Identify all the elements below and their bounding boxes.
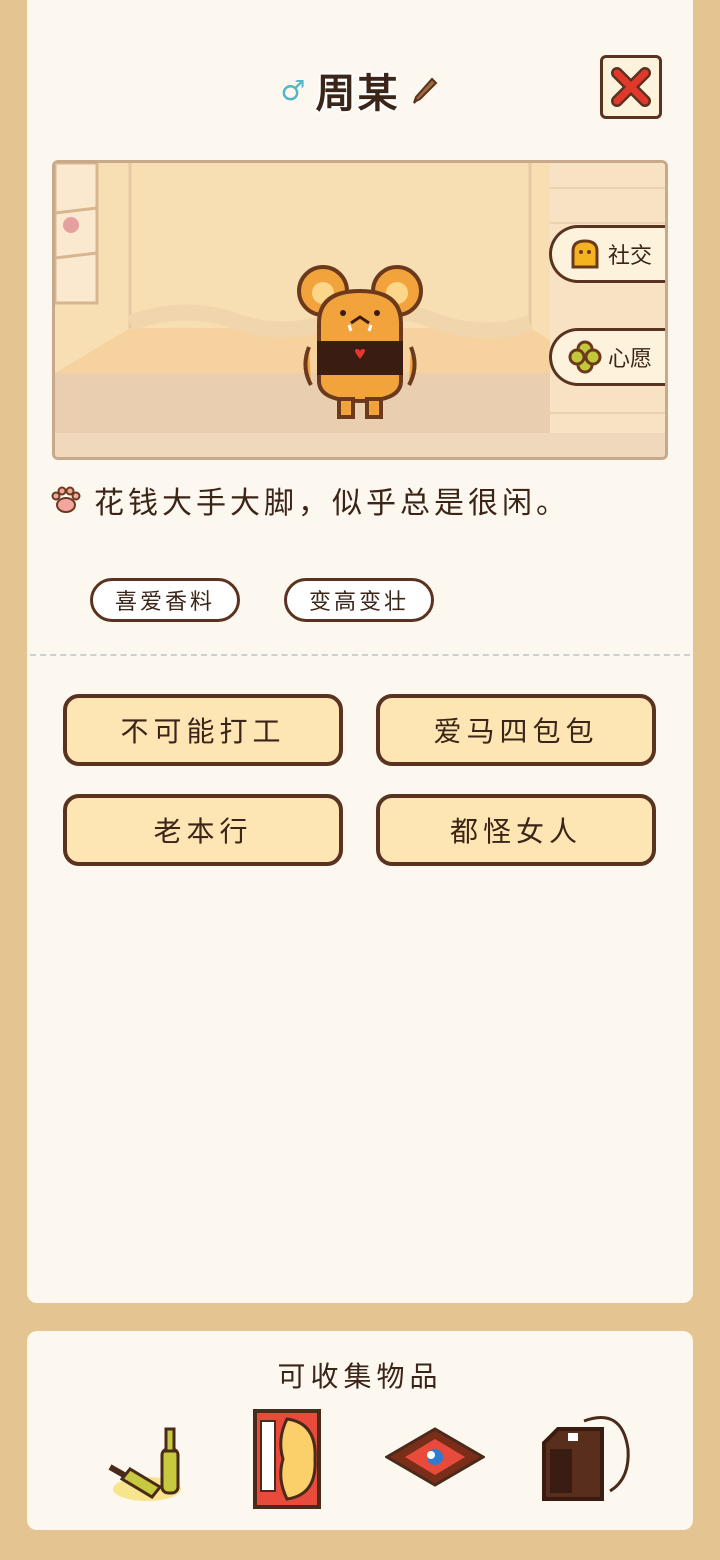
trait-button[interactable]: 不可能打工: [63, 694, 343, 766]
wish-label: 心愿: [608, 347, 653, 372]
wish-button[interactable]: 心愿: [549, 328, 665, 386]
super-card-icon[interactable]: [237, 1409, 337, 1509]
character-panel: ♂ 周某 社交 心愿 花钱大手大脚，似乎总是很闲。 喜爱香料 变高变壮 不可能打…: [27, 0, 693, 1303]
social-button[interactable]: 社交: [549, 225, 665, 283]
character-room-scene: 社交 心愿: [52, 160, 668, 460]
male-icon: ♂: [280, 73, 306, 107]
rug-icon[interactable]: [385, 1409, 485, 1509]
bottles-icon[interactable]: [102, 1409, 202, 1509]
tag-pill: 喜爱香料: [90, 578, 240, 622]
clover-icon: [568, 340, 602, 374]
description-text: 花钱大手大脚，似乎总是很闲。: [94, 486, 570, 521]
character-header: ♂ 周某: [27, 60, 693, 120]
character-sprite[interactable]: [295, 263, 425, 423]
collectibles-panel: 可收集物品: [27, 1331, 693, 1530]
collectibles-title: 可收集物品: [277, 1360, 443, 1393]
social-label: 社交: [608, 244, 653, 269]
trait-button[interactable]: 爱马四包包: [376, 694, 656, 766]
character-name: 周某: [315, 71, 400, 117]
paw-icon: [51, 486, 81, 513]
trait-button[interactable]: 老本行: [63, 794, 343, 866]
character-description: 花钱大手大脚，似乎总是很闲。: [50, 478, 670, 522]
section-divider: [30, 654, 690, 656]
edit-pencil-icon[interactable]: [410, 75, 440, 105]
close-button[interactable]: [600, 55, 662, 119]
close-icon: [611, 67, 651, 107]
social-icon: [571, 239, 599, 269]
trait-button[interactable]: 都怪女人: [376, 794, 656, 866]
tag-pill: 变高变壮: [284, 578, 434, 622]
bag-icon[interactable]: [532, 1409, 632, 1509]
